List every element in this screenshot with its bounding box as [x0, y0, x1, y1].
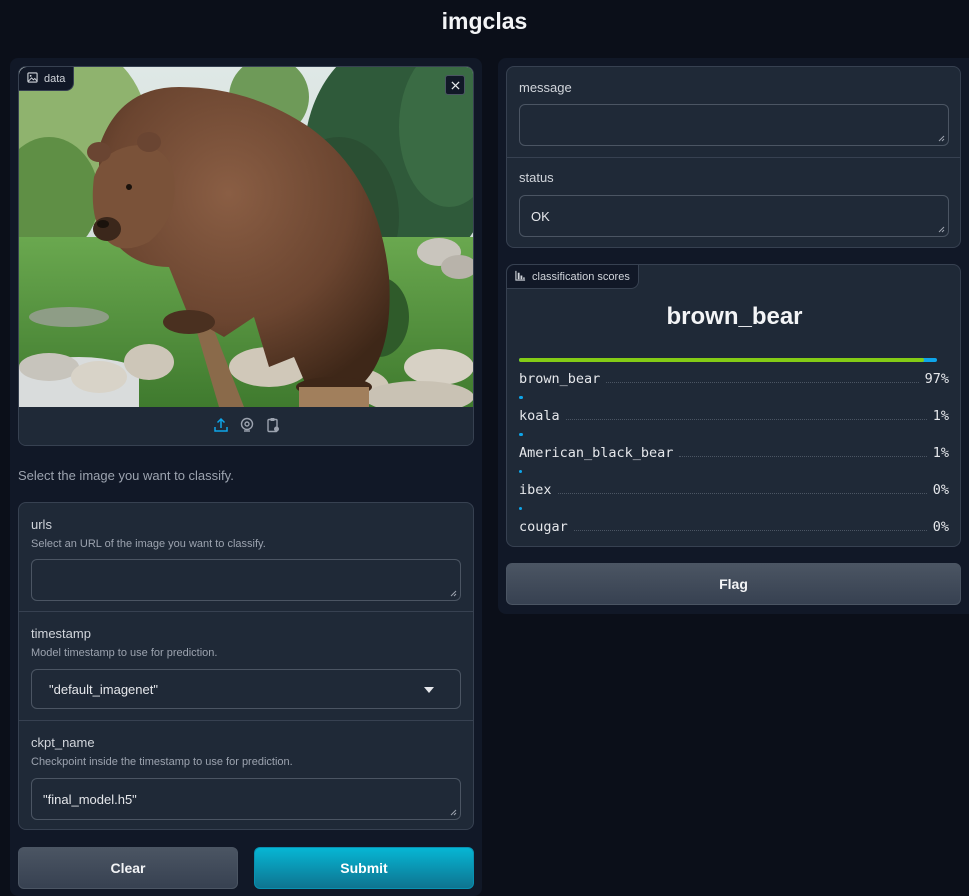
classification-label: classification scores — [532, 270, 630, 283]
chevron-down-icon — [424, 687, 434, 693]
score-leader — [573, 530, 927, 531]
ckpt-name-label: ckpt_name — [31, 735, 95, 750]
classification-tag: classification scores — [507, 265, 639, 289]
close-icon — [450, 80, 460, 90]
score-percent: 97% — [924, 371, 949, 387]
params-box: urls Select an URL of the image you want… — [18, 502, 474, 830]
ckpt-name-hint: Checkpoint inside the timestamp to use f… — [31, 756, 293, 768]
score-row: brown_bear 97% — [519, 369, 949, 387]
top-confidence-bar — [519, 358, 925, 362]
resize-grip-icon[interactable] — [937, 134, 945, 142]
output-panel: message status OK classification scores … — [498, 58, 969, 614]
source-toolbar — [19, 407, 473, 445]
score-bar — [519, 396, 524, 399]
webcam-icon[interactable] — [239, 417, 255, 438]
score-bar — [519, 433, 524, 436]
timestamp-hint: Model timestamp to use for prediction. — [31, 647, 218, 659]
urls-hint: Select an URL of the image you want to c… — [31, 538, 266, 550]
upload-icon[interactable] — [213, 417, 229, 438]
divider — [19, 720, 473, 721]
ckpt-name-input[interactable]: "final_model.h5" — [31, 778, 461, 820]
flag-button[interactable]: Flag — [506, 563, 961, 605]
score-leader — [565, 419, 927, 420]
timestamp-value: "default_imagenet" — [49, 681, 158, 697]
image-input-tag: data — [19, 67, 75, 91]
input-description: Select the image you want to classify. — [18, 468, 234, 483]
app-title: imgclas — [441, 8, 528, 34]
classification-box: classification scores brown_bear brown_b… — [506, 264, 961, 547]
image-input[interactable]: data — [18, 66, 474, 446]
score-percent: 1% — [932, 408, 949, 424]
score-leader — [606, 382, 919, 383]
resize-grip-icon[interactable] — [449, 808, 457, 816]
timestamp-dropdown[interactable]: "default_imagenet" — [31, 669, 461, 709]
score-bar — [519, 507, 522, 510]
score-leader — [557, 493, 927, 494]
image-input-label: data — [44, 72, 66, 85]
resize-grip-icon[interactable] — [937, 225, 945, 233]
score-row: American_black_bear 1% — [519, 443, 949, 461]
clear-button[interactable]: Clear — [18, 847, 238, 889]
score-name: American_black_bear — [519, 445, 674, 461]
score-bar — [519, 470, 522, 473]
message-label: message — [519, 80, 572, 95]
input-panel: data Select the image you want to classi… — [10, 58, 482, 896]
score-percent: 0% — [932, 519, 949, 535]
score-percent: 1% — [932, 445, 949, 461]
status-label: status — [519, 170, 554, 185]
clipboard-icon[interactable] — [265, 417, 281, 438]
text-outputs-box: message status OK — [506, 66, 961, 248]
message-output[interactable] — [519, 104, 949, 146]
score-row: ibex 0% — [519, 480, 949, 498]
resize-grip-icon[interactable] — [449, 589, 457, 597]
urls-label: urls — [31, 517, 52, 532]
score-name: koala — [519, 408, 560, 424]
timestamp-label: timestamp — [31, 626, 91, 641]
ckpt-name-value: "final_model.h5" — [43, 791, 137, 807]
submit-button[interactable]: Submit — [254, 847, 474, 889]
urls-input[interactable] — [31, 559, 461, 601]
status-output[interactable]: OK — [519, 195, 949, 237]
image-icon — [27, 71, 38, 86]
divider — [507, 157, 960, 158]
score-name: cougar — [519, 519, 568, 535]
bar-chart-icon — [515, 270, 526, 284]
score-row: koala 1% — [519, 406, 949, 424]
score-leader — [679, 456, 927, 457]
uploaded-photo — [19, 67, 473, 407]
score-percent: 0% — [932, 482, 949, 498]
status-value: OK — [531, 208, 550, 224]
score-name: brown_bear — [519, 371, 601, 387]
top-confidence-track — [519, 358, 937, 362]
score-name: ibex — [519, 482, 552, 498]
top-prediction: brown_bear — [666, 303, 803, 330]
close-button[interactable] — [445, 75, 465, 95]
score-row: cougar 0% — [519, 517, 949, 535]
divider — [19, 611, 473, 612]
